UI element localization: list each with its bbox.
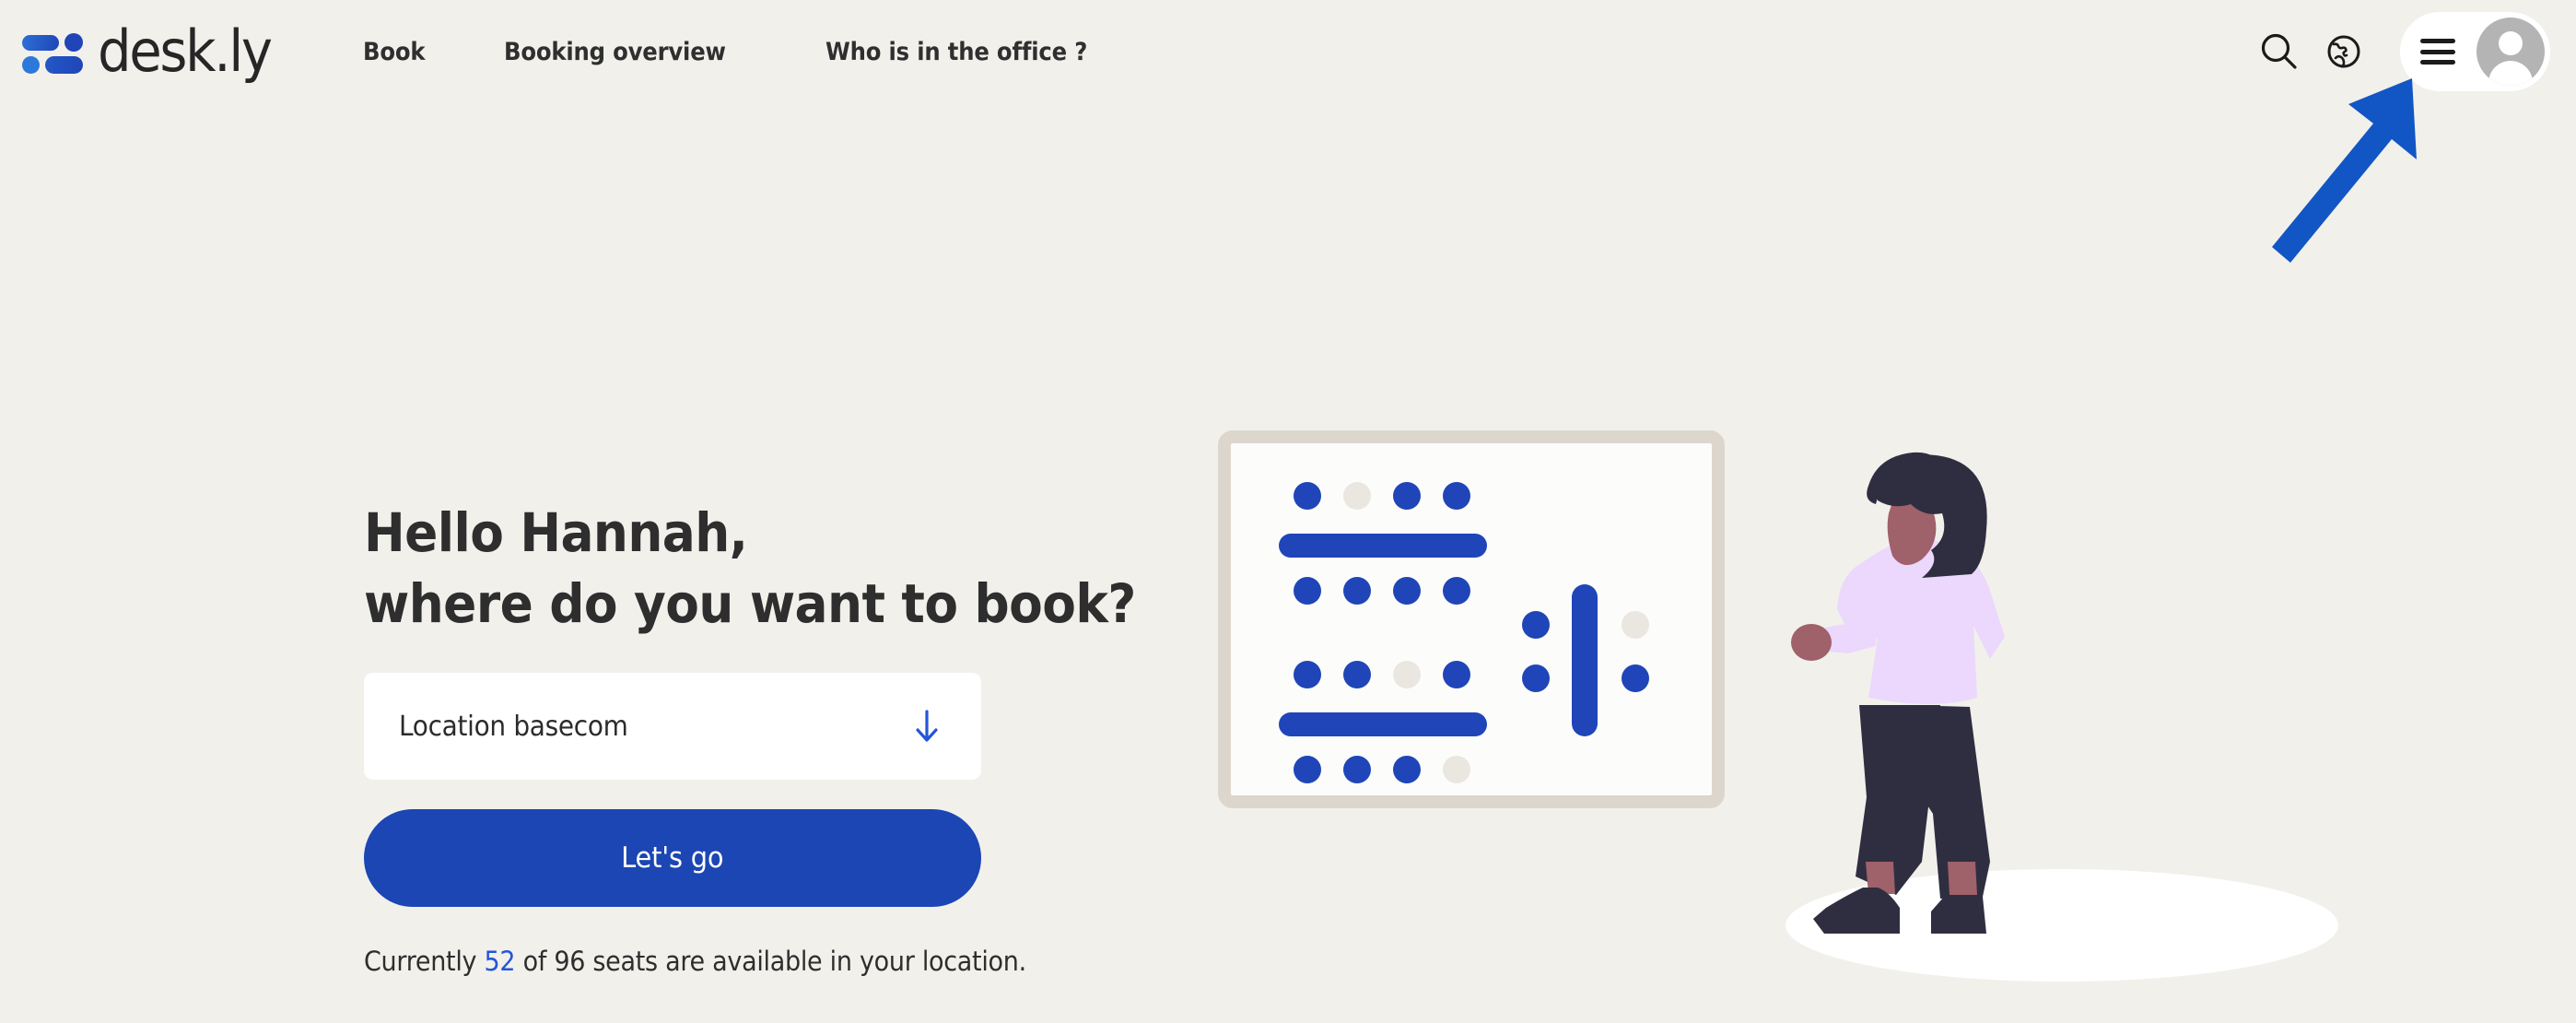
desk-surface <box>1279 534 1487 558</box>
lets-go-button[interactable]: Let's go <box>364 809 981 908</box>
seat-occupied <box>1443 661 1470 688</box>
language-button[interactable] <box>2312 19 2376 84</box>
arrow-down-icon[interactable] <box>911 708 943 745</box>
nav-item-booking-overview[interactable]: Booking overview <box>504 38 726 66</box>
seat-free <box>1622 611 1649 639</box>
hero-section: Hello Hannah, where do you want to book?… <box>364 498 1136 978</box>
nav-item-who-is-in-the-office[interactable]: Who is in the office ? <box>825 38 1087 66</box>
availability-note: Currently 52 of 96 seats are available i… <box>364 946 1026 978</box>
page-title: Hello Hannah, where do you want to book? <box>364 498 1136 640</box>
seat-occupied <box>1294 661 1321 688</box>
desk-surface <box>1279 712 1487 736</box>
user-avatar-icon[interactable] <box>2476 18 2545 86</box>
seat-occupied <box>1522 611 1550 639</box>
available-seats-count: 52 <box>484 946 516 978</box>
search-icon <box>2261 33 2297 69</box>
seat-occupied <box>1393 756 1421 783</box>
walking-person-illustration <box>1791 452 2005 934</box>
account-menu-pill[interactable] <box>2400 12 2550 91</box>
availability-prefix: Currently <box>364 946 485 978</box>
annotation-arrow-icon <box>2272 78 2417 263</box>
seat-occupied <box>1443 577 1470 605</box>
seat-free <box>1343 482 1371 510</box>
brand-name: desk.ly <box>98 18 273 85</box>
seat-occupied <box>1343 756 1371 783</box>
greeting-line-1: Hello Hannah, <box>364 501 748 564</box>
seat-occupied <box>1294 482 1321 510</box>
seat-occupied <box>1393 482 1421 510</box>
header-actions <box>2247 0 2550 103</box>
greeting-line-2: where do you want to book? <box>364 572 1136 636</box>
desk-surface <box>1572 584 1598 736</box>
seat-occupied <box>1393 577 1421 605</box>
floorplan-card <box>1218 430 1725 808</box>
nav-item-book[interactable]: Book <box>363 38 426 66</box>
app-page: desk.ly Book Booking overview Who is in … <box>0 0 2576 1023</box>
seat-free <box>1393 661 1421 688</box>
globe-icon <box>2327 35 2360 68</box>
main-navigation: Book Booking overview Who is in the offi… <box>363 38 1117 66</box>
seat-occupied <box>1522 664 1550 692</box>
seat-free <box>1443 756 1470 783</box>
seat-occupied <box>1343 661 1371 688</box>
hamburger-menu-icon[interactable] <box>2420 39 2455 65</box>
seat-occupied <box>1443 482 1470 510</box>
brand-logo[interactable]: desk.ly <box>22 23 284 80</box>
deskly-people-logo-icon <box>22 28 83 76</box>
search-button[interactable] <box>2247 19 2312 84</box>
location-select[interactable]: Location basecom <box>364 673 981 781</box>
seat-occupied <box>1622 664 1649 692</box>
availability-suffix: of 96 seats are available in your locati… <box>515 946 1027 978</box>
lets-go-button-label: Let's go <box>621 841 724 876</box>
top-header: desk.ly Book Booking overview Who is in … <box>0 0 2576 103</box>
seat-occupied <box>1294 756 1321 783</box>
office-illustration <box>1207 419 2338 1000</box>
location-select-value: Location basecom <box>399 710 628 743</box>
seat-occupied <box>1294 577 1321 605</box>
seat-occupied <box>1343 577 1371 605</box>
